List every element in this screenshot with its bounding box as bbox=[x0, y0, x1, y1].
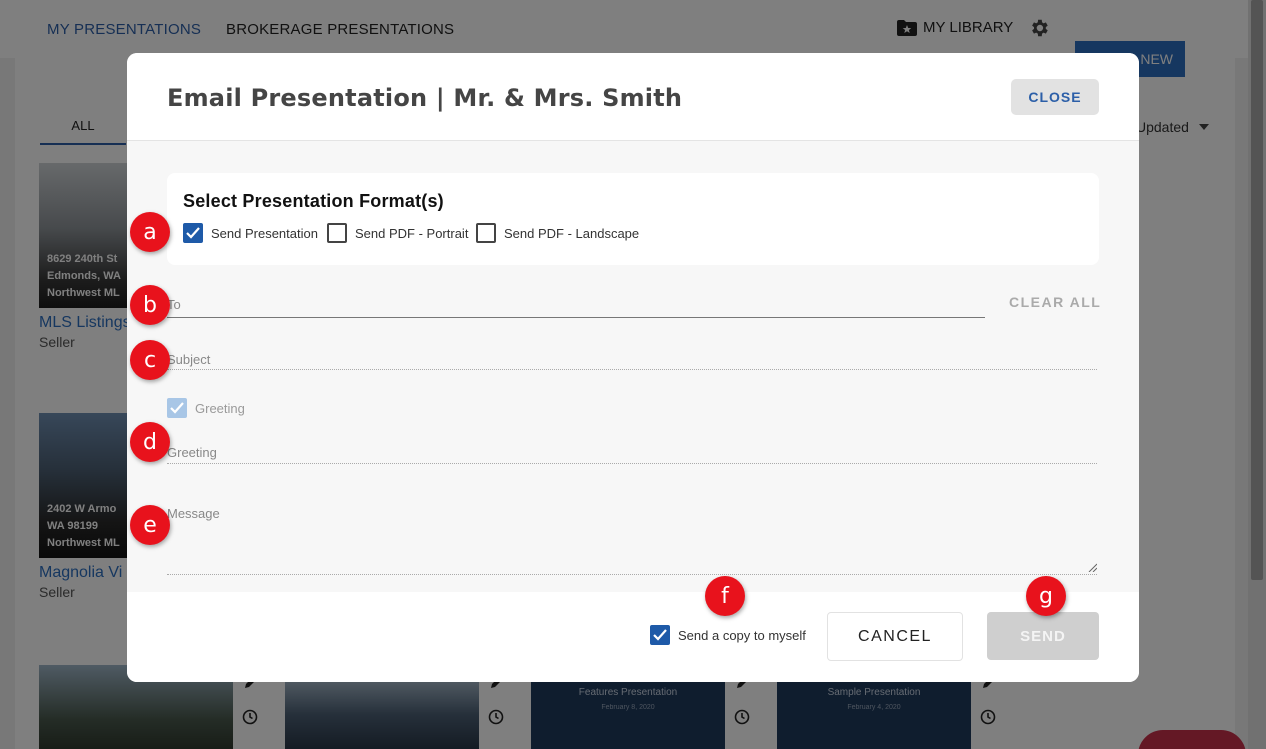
message-placeholder: Message bbox=[167, 506, 220, 521]
send-pdf-portrait-checkbox[interactable] bbox=[327, 223, 347, 243]
modal-header: Email Presentation | Mr. & Mrs. Smith CL… bbox=[127, 53, 1139, 141]
format-selection-panel: Select Presentation Format(s) Send Prese… bbox=[167, 173, 1099, 265]
send-copy-checkbox[interactable] bbox=[650, 625, 670, 645]
callout-badge-f: f bbox=[705, 576, 745, 616]
greeting-toggle-label: Greeting bbox=[195, 400, 245, 416]
clear-all-button[interactable]: CLEAR ALL bbox=[1009, 294, 1101, 310]
email-presentation-modal: Email Presentation | Mr. & Mrs. Smith CL… bbox=[127, 53, 1139, 682]
greeting-checkbox[interactable] bbox=[167, 398, 187, 418]
modal-footer: Send a copy to myself CANCEL SEND bbox=[127, 592, 1139, 682]
send-pdf-portrait-option[interactable]: Send PDF - Portrait bbox=[327, 223, 468, 243]
send-presentation-label: Send Presentation bbox=[211, 225, 318, 241]
callout-badge-a: a bbox=[130, 212, 170, 252]
subject-placeholder: Subject bbox=[167, 352, 211, 367]
callout-badge-c: c bbox=[130, 340, 170, 380]
resize-handle-icon[interactable] bbox=[1087, 562, 1097, 572]
send-copy-option[interactable]: Send a copy to myself bbox=[650, 625, 806, 645]
callout-badge-d: d bbox=[130, 422, 170, 462]
greeting-toggle[interactable]: Greeting bbox=[167, 398, 245, 418]
callout-badge-e: e bbox=[130, 505, 170, 545]
close-button[interactable]: CLOSE bbox=[1011, 79, 1099, 115]
send-button[interactable]: SEND bbox=[987, 612, 1099, 660]
send-presentation-option[interactable]: Send Presentation bbox=[183, 223, 318, 243]
send-pdf-landscape-checkbox[interactable] bbox=[476, 223, 496, 243]
send-pdf-landscape-option[interactable]: Send PDF - Landscape bbox=[476, 223, 639, 243]
send-presentation-checkbox[interactable] bbox=[183, 223, 203, 243]
send-copy-label: Send a copy to myself bbox=[678, 627, 806, 643]
callout-badge-b: b bbox=[130, 285, 170, 325]
modal-title: Email Presentation | Mr. & Mrs. Smith bbox=[167, 84, 683, 112]
to-field[interactable]: To bbox=[167, 296, 985, 318]
message-field[interactable]: Message bbox=[167, 505, 1097, 575]
greeting-field[interactable]: Greeting bbox=[167, 444, 1097, 464]
cancel-button[interactable]: CANCEL bbox=[827, 612, 963, 661]
send-pdf-portrait-label: Send PDF - Portrait bbox=[355, 225, 469, 241]
format-selection-title: Select Presentation Format(s) bbox=[183, 191, 444, 211]
send-pdf-landscape-label: Send PDF - Landscape bbox=[504, 225, 640, 241]
subject-field[interactable]: Subject bbox=[167, 351, 1097, 370]
greeting-placeholder: Greeting bbox=[167, 445, 217, 460]
callout-badge-g: g bbox=[1026, 576, 1066, 616]
